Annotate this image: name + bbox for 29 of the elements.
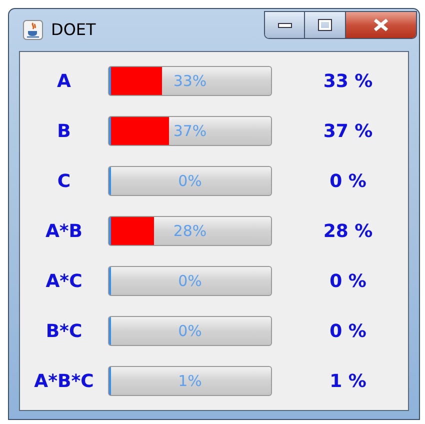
progress-text: 0%	[177, 320, 203, 342]
percent-value: 33 %	[322, 70, 374, 94]
percent-value: 0 %	[328, 170, 368, 194]
window-title: DOET	[51, 19, 96, 41]
factor-label: A*B*C	[33, 370, 95, 394]
factor-label: B*C	[44, 320, 84, 344]
minimize-button[interactable]	[265, 12, 305, 38]
progress-text: 33%	[172, 70, 208, 92]
factor-label: A*B	[44, 220, 84, 244]
close-icon	[373, 18, 389, 32]
factor-label: A	[56, 70, 72, 94]
progress-text: 28%	[172, 220, 208, 242]
percent-value: 0 %	[328, 320, 368, 344]
maximize-icon	[318, 19, 332, 31]
percent-value: 1 %	[328, 370, 368, 394]
progress-text: 0%	[177, 170, 203, 192]
percent-value: 28 %	[322, 220, 374, 244]
progress-text: 0%	[177, 270, 203, 292]
factor-label: C	[56, 170, 72, 194]
factor-label: A*C	[44, 270, 84, 294]
maximize-button[interactable]	[305, 12, 346, 38]
progress-text: 1%	[177, 370, 203, 392]
close-button[interactable]	[346, 12, 416, 38]
factor-label: B	[56, 120, 72, 144]
java-cup-icon	[23, 20, 43, 40]
minimize-icon	[278, 22, 292, 28]
progress-text: 37%	[172, 120, 208, 142]
percent-value: 0 %	[328, 270, 368, 294]
percent-value: 37 %	[322, 120, 374, 144]
